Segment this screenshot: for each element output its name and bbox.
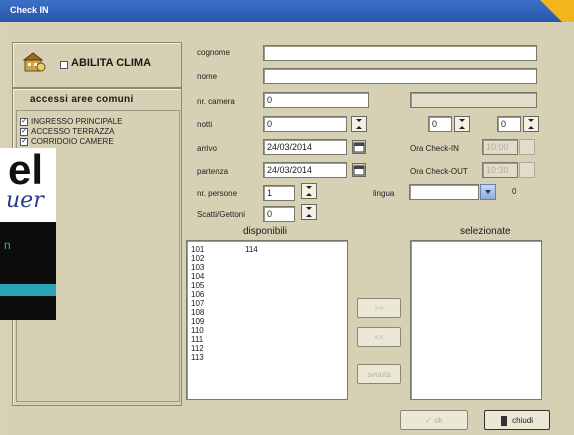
add-button[interactable]: >> [357, 298, 401, 318]
aree-item-label: ACCESSO TERRAZZA [31, 127, 115, 136]
camera-info-field [410, 92, 537, 108]
aree-item-label: CORRIDOIO CAMERE [31, 137, 114, 146]
abilita-clima-label: ABILITA CLIMA [71, 57, 152, 69]
hotel-key-icon [22, 50, 48, 76]
logo-band: n [0, 222, 56, 270]
lingua-label: lingua [373, 189, 395, 198]
abilita-clima-checkbox[interactable] [60, 61, 68, 69]
ora-checkout-spin-button [519, 162, 535, 178]
arrivo-field[interactable]: 24/03/2014 [263, 139, 347, 155]
list-item[interactable]: 107 [191, 299, 204, 308]
list-item[interactable]: 114 [245, 245, 258, 254]
disponibili-heading: disponibili [243, 226, 287, 237]
aree-item-checkbox[interactable] [20, 116, 28, 126]
ora-checkin-label: Ora Check-IN [410, 144, 459, 153]
ora-checkout-field: 10:30 [482, 162, 518, 178]
camera-label: nr. camera [197, 97, 235, 106]
partenza-label: partenza [197, 167, 229, 176]
nome-label: nome [197, 72, 218, 81]
list-item[interactable]: 104 [191, 272, 204, 281]
extra1-field[interactable]: 0 [428, 116, 452, 132]
lingua-select[interactable] [409, 184, 479, 200]
disponibili-list[interactable]: 101 102 103 104 105 106 107 108 109 110 … [186, 240, 348, 400]
list-item[interactable]: 103 [191, 263, 204, 272]
extra2-field[interactable]: 0 [497, 116, 521, 132]
extra1-spin-button[interactable] [454, 116, 470, 132]
ok-button[interactable]: ✓ ok [400, 410, 468, 430]
list-item[interactable]: 102 [191, 254, 204, 263]
aree-heading: accessi aree comuni [30, 94, 134, 105]
arrivo-calendar-icon[interactable] [352, 140, 366, 154]
partenza-calendar-icon[interactable] [352, 163, 366, 177]
scatti-field[interactable]: 0 [263, 206, 295, 222]
chiudi-label: chiudi [512, 416, 534, 425]
logo-text: el [8, 148, 44, 193]
arrivo-label: arrivo [197, 144, 218, 153]
logo-stripe [0, 284, 56, 296]
lingua-dropdown-button[interactable] [480, 184, 496, 200]
persone-label: nr. persone [197, 189, 238, 198]
persone-field[interactable]: 1 [263, 185, 295, 201]
lingua-code: 0 [512, 187, 517, 196]
selezionate-heading: selezionate [460, 226, 511, 237]
aree-item-checkbox[interactable] [20, 136, 28, 146]
svuota-button[interactable]: svuota [357, 364, 401, 384]
list-item[interactable]: 105 [191, 281, 204, 290]
list-item[interactable]: 111 [191, 335, 203, 344]
list-item[interactable]: 108 [191, 308, 204, 317]
title-bar: Check IN [0, 0, 574, 22]
selezionate-list[interactable] [410, 240, 542, 400]
extra2-spin-button[interactable] [523, 116, 539, 132]
list-item[interactable]: 101 [191, 245, 204, 254]
cognome-label: cognome [197, 48, 230, 57]
notti-field[interactable]: 0 [263, 116, 347, 132]
list-item[interactable]: 106 [191, 290, 204, 299]
remove-button[interactable]: << [357, 327, 401, 347]
logo-script: uer [6, 188, 44, 213]
list-item[interactable]: 113 [191, 353, 204, 362]
list-item[interactable]: 112 [191, 344, 204, 353]
aree-item-label: INGRESSO PRINCIPALE [31, 117, 123, 126]
cognome-field[interactable] [263, 45, 537, 61]
logo-small-text: n [4, 238, 11, 252]
notti-label: notti [197, 120, 213, 129]
ora-checkin-field: 10:00 [482, 139, 518, 155]
chiudi-button[interactable]: chiudi [484, 410, 550, 430]
list-item[interactable]: 109 [191, 317, 204, 326]
scatti-label: Scatti/Gettoni [197, 210, 246, 219]
ora-checkin-spin-button [519, 139, 535, 155]
ora-checkout-label: Ora Check-OUT [410, 167, 468, 176]
notti-spin-button[interactable] [351, 116, 367, 132]
logo-overlay: el uer n [0, 148, 56, 320]
check-icon: ✓ [425, 416, 432, 425]
aree-item-checkbox[interactable] [20, 126, 28, 136]
logo-base [0, 270, 56, 320]
nome-field[interactable] [263, 68, 537, 84]
window-title: Check IN [10, 5, 49, 15]
list-item[interactable]: 110 [191, 326, 204, 335]
persone-spin-button[interactable] [301, 183, 317, 199]
ok-label: ok [434, 416, 443, 425]
door-icon [500, 415, 507, 426]
partenza-field[interactable]: 24/03/2014 [263, 162, 347, 178]
camera-field[interactable]: 0 [263, 92, 369, 108]
scatti-spin-button[interactable] [301, 204, 317, 220]
